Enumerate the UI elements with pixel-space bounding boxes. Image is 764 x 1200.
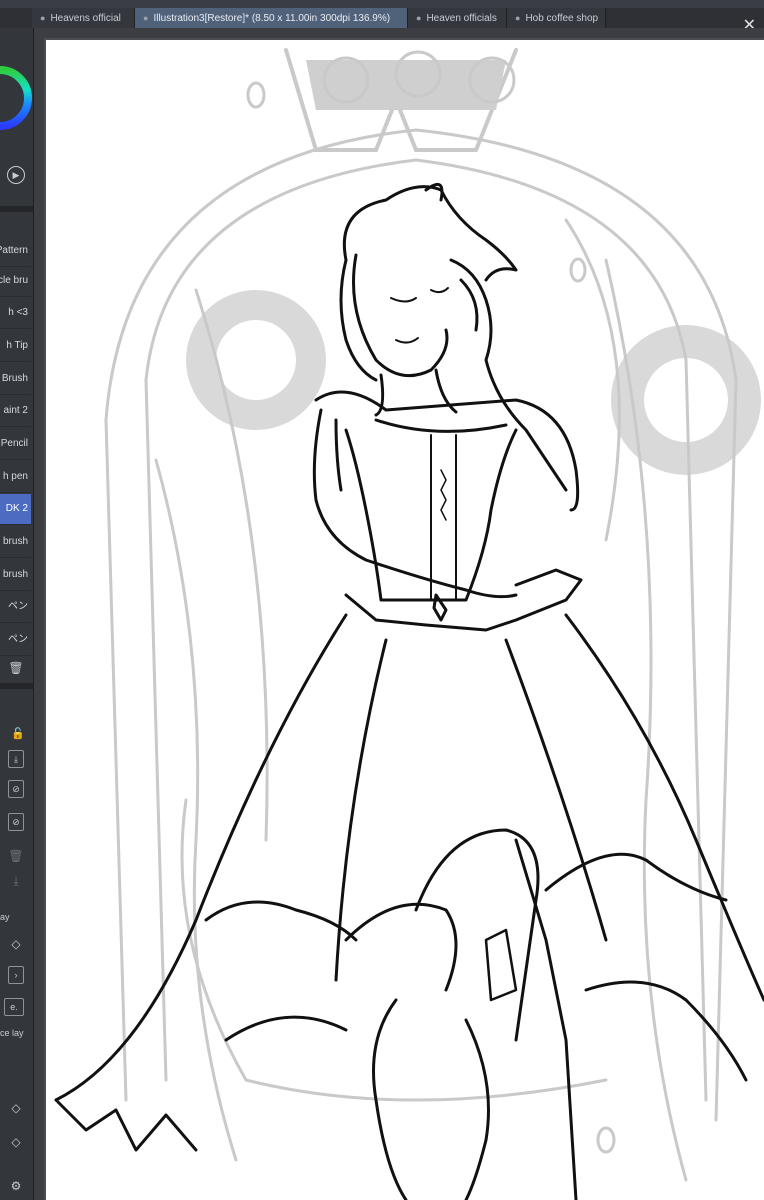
color-wheel[interactable] — [0, 38, 34, 158]
tab-label: Hob coffee shop — [525, 13, 599, 24]
panel-divider — [0, 206, 33, 212]
brush-item[interactable]: Brush — [0, 364, 31, 395]
brush-label: DK 2 — [5, 503, 28, 514]
trash-icon[interactable]: 🗑 — [8, 660, 24, 676]
tab-label: Heaven officials — [426, 13, 497, 24]
visibility-toggle-icon[interactable]: ◇ — [8, 1134, 24, 1150]
brush-item[interactable]: aint 2 — [0, 396, 31, 427]
brush-item[interactable]: brush — [0, 560, 31, 591]
brush-label: ペン — [8, 601, 28, 612]
brush-item[interactable]: brush — [0, 527, 31, 558]
brush-item[interactable]: ペン — [0, 625, 31, 656]
brush-item[interactable]: Pencil — [0, 429, 31, 460]
tab-dot-icon: ● — [40, 13, 46, 23]
layer-mask-button[interactable]: ⊘ — [8, 813, 24, 831]
brush-label: Brush — [1, 373, 28, 384]
drawing-canvas[interactable] — [46, 40, 764, 1200]
settings-icon[interactable]: ⚙ — [8, 1178, 24, 1194]
brush-item[interactable]: cle bru — [0, 266, 31, 297]
visibility-toggle-icon[interactable]: ◇ — [8, 1100, 24, 1116]
brush-label: h <3 — [8, 307, 28, 318]
tab-label: Illustration3[Restore]* (8.50 x 11.00in … — [153, 13, 391, 24]
layer-panel-label: ay — [0, 912, 10, 922]
brush-item[interactable]: ペン — [0, 592, 31, 623]
illustration-lineart — [54, 48, 764, 1200]
visibility-toggle-icon[interactable]: ◇ — [8, 936, 24, 952]
blend-mode-select[interactable]: e. — [4, 998, 24, 1016]
brush-item[interactable]: h pen — [0, 462, 31, 493]
brush-label: cle bru — [0, 275, 28, 286]
next-button[interactable]: › — [8, 966, 24, 984]
download-icon: ⤓ — [13, 874, 19, 888]
document-tab[interactable]: ● Heavens official — [32, 8, 135, 28]
play-circle-icon[interactable]: ▶ — [7, 166, 25, 184]
ruler-horizontal — [34, 28, 764, 38]
lock-icon[interactable]: 🔓 — [10, 726, 26, 742]
panel-divider — [0, 683, 33, 689]
brush-label: h Tip — [6, 340, 28, 351]
brush-label: ペン — [8, 634, 28, 645]
document-tab-bar: ● Heavens official ● Illustration3[Restore… — [0, 8, 764, 34]
brush-label: h pen — [2, 471, 28, 482]
document-tab[interactable]: ● Heaven officials — [408, 8, 507, 28]
layer-option-button[interactable]: ⤓ — [8, 750, 24, 768]
brush-label: aint 2 — [3, 405, 28, 416]
brush-item[interactable]: Pattern — [0, 236, 31, 267]
tab-label: Heavens official — [50, 13, 121, 24]
sketch-layer — [104, 48, 761, 1182]
document-tab[interactable]: ● Hob coffee shop — [507, 8, 606, 28]
brush-label: brush — [2, 569, 28, 580]
brush-item-selected[interactable]: DK 2 — [0, 494, 31, 525]
top-toolbar-strip — [0, 0, 764, 8]
blend-mode-value: e. — [10, 1002, 18, 1012]
brush-item[interactable]: h <3 — [0, 298, 31, 329]
reference-layer-label: ce lay — [0, 1028, 24, 1038]
ruler-vertical — [34, 28, 44, 1200]
tab-dot-icon: ● — [515, 13, 521, 23]
brush-label: brush — [2, 536, 28, 547]
tab-dot-icon: ● — [416, 13, 422, 23]
layer-mask-button[interactable]: ⊘ — [8, 780, 24, 798]
left-tool-panel: ▶ Pattern cle bru h <3 h Tip Brush aint … — [0, 28, 34, 1200]
brush-label: Pencil — [0, 438, 28, 449]
trash-icon: 🗑 — [8, 849, 24, 863]
brush-label: Pattern — [0, 245, 28, 256]
tab-dot-icon: ● — [143, 13, 149, 23]
brush-item[interactable]: h Tip — [0, 331, 31, 362]
document-tab-active[interactable]: ● Illustration3[Restore]* (8.50 x 11.00in… — [135, 8, 408, 28]
